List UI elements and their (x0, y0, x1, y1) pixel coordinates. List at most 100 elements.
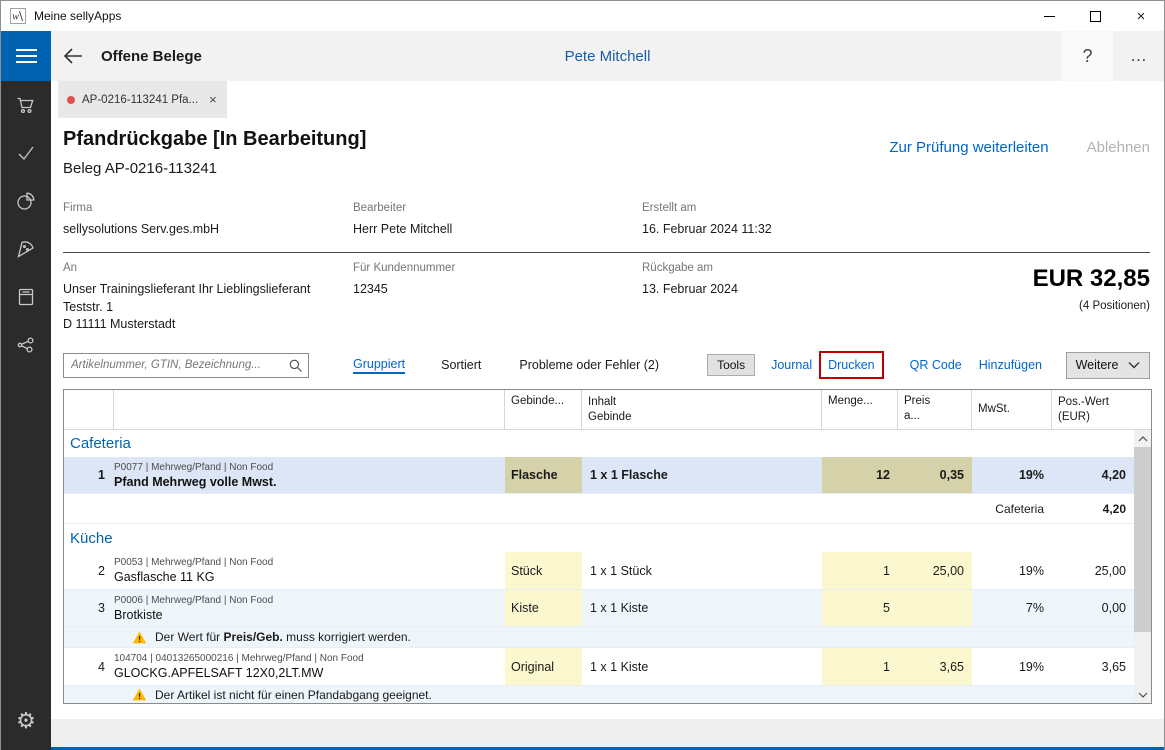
main-area: Offene Belege Pete Mitchell ? … AP-0216-… (51, 31, 1164, 750)
menge-cell[interactable]: 5 (822, 590, 898, 626)
unsaved-dot-icon (67, 96, 75, 104)
table-row[interactable]: 2 P0053 | Mehrweg/Pfand | Non Food Gasfl… (64, 552, 1134, 590)
share-icon[interactable] (1, 321, 51, 369)
forward-for-review-link[interactable]: Zur Prüfung weiterleiten (889, 139, 1048, 156)
gruppiert-toggle[interactable]: Gruppiert (353, 357, 405, 374)
table-row[interactable]: 1 P0077 | Mehrweg/Pfand | Non Food Pfand… (64, 457, 1134, 494)
mwst-cell: 19% (972, 648, 1052, 685)
page-title: Offene Belege (101, 48, 202, 65)
inhalt-cell: 1 x 1 Kiste (582, 648, 822, 685)
table-row[interactable]: 4 104704 | 04013265000216 | Mehrweg/Pfan… (64, 648, 1134, 686)
scroll-down-icon[interactable] (1134, 686, 1151, 703)
document-tab[interactable]: AP-0216-113241 Pfa... × (58, 81, 227, 118)
cart-icon[interactable] (1, 81, 51, 129)
app-header: Offene Belege Pete Mitchell ? … (51, 31, 1164, 81)
bearbeiter-value: Herr Pete Mitchell (353, 221, 642, 238)
wert-cell: 4,20 (1052, 457, 1134, 493)
warning-icon (132, 631, 147, 644)
tab-close-icon[interactable]: × (205, 92, 217, 107)
drucken-link[interactable]: Drucken (828, 358, 875, 372)
settings-gear-icon[interactable]: ⚙ (1, 697, 51, 745)
tab-label: AP-0216-113241 Pfa... (82, 94, 198, 106)
reject-link[interactable]: Ablehnen (1087, 139, 1150, 156)
firma-label: Firma (63, 202, 353, 214)
check-icon[interactable] (1, 129, 51, 177)
user-name[interactable]: Pete Mitchell (51, 48, 1164, 65)
preis-cell[interactable]: 25,00 (898, 552, 972, 589)
app-window: w Meine sellyApps × (0, 0, 1165, 750)
article-meta: P0077 | Mehrweg/Pfand | Non Food (114, 462, 273, 473)
total-amount: EUR 32,85 (1033, 265, 1150, 293)
warning-text: Der Artikel ist nicht für einen Pfandabg… (155, 688, 432, 702)
group-header-cafeteria[interactable]: Cafeteria (64, 430, 1134, 457)
chevron-down-icon (1128, 361, 1140, 369)
positions-table: Gebinde... Inhalt Gebinde Menge... Preis… (63, 389, 1152, 704)
col-mwst[interactable]: MwSt. (972, 390, 1052, 429)
menu-icon[interactable] (1, 31, 51, 81)
group-header-kueche[interactable]: Küche (64, 524, 1134, 552)
subtotal-value: 4,20 (1052, 494, 1134, 523)
erstellt-am-label: Erstellt am (642, 202, 1150, 214)
wert-cell: 0,00 (1052, 590, 1134, 626)
hinzufuegen-link[interactable]: Hinzufügen (979, 358, 1042, 372)
article-meta: P0053 | Mehrweg/Pfand | Non Food (114, 557, 273, 568)
more-options-button[interactable]: … (1113, 31, 1164, 81)
article-name: Brotkiste (114, 608, 163, 622)
preis-cell[interactable]: 3,65 (898, 648, 972, 685)
minimize-button[interactable] (1026, 2, 1072, 31)
book-icon[interactable] (1, 273, 51, 321)
article-name: Gasflasche 11 KG (114, 570, 215, 584)
article-name: Pfand Mehrweg volle Mwst. (114, 475, 277, 489)
table-row[interactable]: 3 P0006 | Mehrweg/Pfand | Non Food Brotk… (64, 590, 1134, 627)
col-wert[interactable]: Pos.-Wert (EUR) (1052, 390, 1151, 429)
inhalt-cell: 1 x 1 Flasche (582, 457, 822, 493)
pizza-slice-icon[interactable] (1, 225, 51, 273)
col-artikel[interactable] (114, 390, 505, 429)
gebinde-cell[interactable]: Original (505, 648, 582, 685)
inhalt-cell: 1 x 1 Stück (582, 552, 822, 589)
col-gebinde[interactable]: Gebinde... (505, 390, 582, 429)
mwst-cell: 7% (972, 590, 1052, 626)
an-label: An (63, 262, 353, 274)
pie-chart-icon[interactable] (1, 177, 51, 225)
tools-button[interactable]: Tools (707, 354, 755, 376)
menge-cell[interactable]: 1 (822, 552, 898, 589)
gebinde-cell[interactable]: Flasche (505, 457, 582, 493)
document-header: Pfandrückgabe [In Bearbeitung] Beleg AP-… (51, 118, 1164, 199)
sortiert-toggle[interactable]: Sortiert (441, 358, 481, 372)
search-input[interactable] (63, 353, 309, 378)
gebinde-cell[interactable]: Kiste (505, 590, 582, 626)
warning-text: Der Wert für Preis/Geb. muss korrigiert … (155, 630, 411, 644)
scroll-up-icon[interactable] (1134, 430, 1151, 447)
preis-cell[interactable]: 0,35 (898, 457, 972, 493)
journal-link[interactable]: Journal (771, 358, 812, 372)
back-arrow-icon[interactable] (51, 31, 95, 81)
mwst-cell: 19% (972, 457, 1052, 493)
article-meta: 104704 | 04013265000216 | Mehrweg/Pfand … (114, 653, 364, 664)
wert-cell: 25,00 (1052, 552, 1134, 589)
sidebar: ⚙ (1, 31, 51, 750)
menge-cell[interactable]: 1 (822, 648, 898, 685)
col-rownum[interactable] (64, 390, 114, 429)
article-meta: P0006 | Mehrweg/Pfand | Non Food (114, 595, 273, 606)
scrollbar-thumb[interactable] (1134, 447, 1151, 632)
menge-cell[interactable]: 12 (822, 457, 898, 493)
row-warning: Der Wert für Preis/Geb. muss korrigiert … (64, 627, 1134, 648)
help-button[interactable]: ? (1062, 31, 1113, 81)
table-scrollbar[interactable] (1134, 430, 1151, 703)
window-title: Meine sellyApps (34, 9, 1026, 23)
close-button[interactable]: × (1118, 2, 1164, 31)
col-inhalt[interactable]: Inhalt Gebinde (582, 390, 822, 429)
preis-cell[interactable] (898, 590, 972, 626)
weitere-dropdown[interactable]: Weitere (1066, 352, 1150, 379)
titlebar: w Meine sellyApps × (1, 1, 1164, 31)
subtotal-label: Cafeteria (972, 494, 1052, 523)
maximize-button[interactable] (1072, 2, 1118, 31)
probleme-filter[interactable]: Probleme oder Fehler (2) (519, 358, 659, 372)
col-preis[interactable]: Preis a... (898, 390, 972, 429)
qr-code-link[interactable]: QR Code (910, 358, 962, 372)
an-value: Unser Trainingslieferant Ihr Lieblingsli… (63, 281, 353, 333)
col-menge[interactable]: Menge... (822, 390, 898, 429)
kundennummer-label: Für Kundennummer (353, 262, 642, 274)
gebinde-cell[interactable]: Stück (505, 552, 582, 589)
